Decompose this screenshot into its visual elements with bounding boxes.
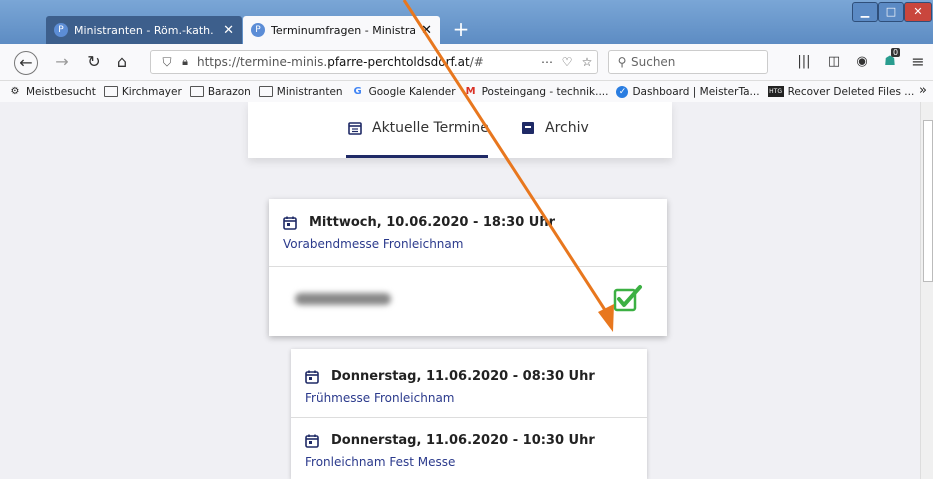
home-icon[interactable]: ⌂: [110, 50, 134, 74]
minimize-button[interactable]: ▁: [852, 2, 878, 22]
extension-badge: 0: [891, 48, 901, 57]
archive-icon: [522, 122, 534, 134]
event-card: Mittwoch, 10.06.2020 - 18:30 Uhr Voraben…: [269, 199, 667, 336]
forward-arrow-icon[interactable]: →: [50, 50, 74, 74]
bookmark-dashboard[interactable]: ✓ Dashboard | MeisterTa...: [616, 85, 760, 98]
tab-title: Ministranten - Röm.-kath. Pfarr: [74, 23, 217, 37]
event-name: Vorabendmesse Fronleichnam: [283, 237, 464, 251]
divider: [291, 417, 647, 418]
pfarre-favicon-icon: P: [54, 23, 68, 37]
library-icon[interactable]: |||: [792, 50, 816, 74]
event-date: Mittwoch, 10.06.2020 - 18:30 Uhr: [283, 215, 555, 230]
tab-title: Terminumfragen - Ministranten: [271, 23, 416, 37]
bookmark-recover-files[interactable]: HTG Recover Deleted Files ...: [767, 86, 914, 98]
bookmark-barazon[interactable]: Barazon: [189, 86, 251, 98]
bookmark-meistbesucht[interactable]: ⚙ Meistbesucht: [8, 86, 96, 98]
more-actions-icon[interactable]: ⋯: [537, 55, 557, 69]
bookmarks-bar: ⚙ Meistbesucht Kirchmayer Barazon Ministr…: [0, 81, 933, 103]
account-icon[interactable]: ◉: [850, 50, 874, 74]
bookmark-kirchmayer[interactable]: Kirchmayer: [103, 86, 182, 98]
scrollbar-thumb[interactable]: [923, 120, 933, 282]
check-circle-icon: ✓: [616, 85, 629, 98]
active-tab-underline: [346, 155, 488, 158]
tab-terminumfragen[interactable]: P Terminumfragen - Ministranten ✕: [243, 16, 440, 44]
folder-icon: [103, 86, 118, 97]
tab-label: Aktuelle Termine: [372, 120, 489, 136]
calendar-icon: [283, 216, 297, 230]
pfarre-favicon-icon: P: [251, 23, 265, 37]
bookmark-ministranten[interactable]: Ministranten: [258, 86, 343, 98]
folder-icon: [258, 86, 273, 97]
gear-icon: ⚙: [10, 86, 20, 97]
search-icon: ⚲: [617, 55, 627, 69]
tab-archiv[interactable]: Archiv: [521, 120, 589, 136]
page-scrollbar[interactable]: [920, 102, 933, 479]
url-text[interactable]: https://termine-minis.pfarre-perchtoldsd…: [193, 55, 537, 69]
divider: [269, 266, 667, 267]
browser-titlebar: P Ministranten - Röm.-kath. Pfarr ✕ P Te…: [0, 0, 933, 44]
tab-close-icon[interactable]: ✕: [223, 23, 234, 38]
calendar-icon: [305, 434, 319, 448]
back-arrow-icon[interactable]: ←: [14, 51, 38, 75]
new-tab-button[interactable]: +: [448, 16, 474, 42]
checked-checkbox-icon[interactable]: [613, 284, 643, 312]
lock-icon[interactable]: 🔒︎: [177, 55, 193, 69]
list-calendar-icon: [348, 122, 362, 135]
bookmarks-overflow-icon[interactable]: »: [919, 83, 927, 98]
url-bar[interactable]: ⛉ 🔒︎ https://termine-minis.pfarre-percht…: [150, 50, 598, 74]
event-date: Donnerstag, 11.06.2020 - 08:30 Uhr: [305, 369, 595, 384]
search-placeholder: Suchen: [631, 55, 676, 69]
window-close-button[interactable]: ✕: [904, 2, 932, 22]
bookmark-posteingang[interactable]: M Posteingang - technik....: [464, 86, 609, 98]
event-card: Donnerstag, 11.06.2020 - 08:30 Uhr Frühm…: [291, 349, 647, 479]
tab-aktuelle-termine[interactable]: Aktuelle Termine: [348, 120, 489, 136]
bookmark-star-icon[interactable]: ☆: [577, 55, 597, 69]
tab-label: Archiv: [545, 120, 589, 136]
blurred-participant-name: [295, 293, 391, 305]
reload-icon[interactable]: ↻: [82, 50, 106, 74]
google-icon: G: [353, 86, 362, 97]
sidebar-icon[interactable]: ◫: [822, 50, 846, 74]
page-content: Aktuelle Termine Archiv Mittwoch, 10.06.…: [0, 102, 920, 479]
event-name: Frühmesse Fronleichnam: [305, 391, 455, 405]
gmail-icon: M: [465, 86, 476, 97]
tab-close-icon[interactable]: ✕: [421, 23, 432, 38]
folder-icon: [189, 86, 204, 97]
search-input[interactable]: ⚲ Suchen: [608, 50, 768, 74]
calendar-icon: [305, 370, 319, 384]
pocket-icon[interactable]: ♡: [557, 55, 577, 69]
tab-ministranten[interactable]: P Ministranten - Röm.-kath. Pfarr ✕: [46, 16, 242, 44]
shield-icon[interactable]: ⛉: [157, 55, 177, 70]
maximize-button[interactable]: □: [878, 2, 904, 22]
browser-navbar: ← → ↻ ⌂ ⛉ 🔒︎ https://termine-minis.pfarr…: [0, 44, 933, 81]
htg-icon: HTG: [767, 86, 784, 97]
bookmark-google-kalender[interactable]: G Google Kalender: [351, 86, 455, 98]
event-name: Fronleichnam Fest Messe: [305, 455, 456, 469]
menu-hamburger-icon[interactable]: ≡: [906, 50, 930, 74]
app-top-navigation: Aktuelle Termine Archiv: [248, 102, 672, 158]
event-date: Donnerstag, 11.06.2020 - 10:30 Uhr: [305, 433, 595, 448]
